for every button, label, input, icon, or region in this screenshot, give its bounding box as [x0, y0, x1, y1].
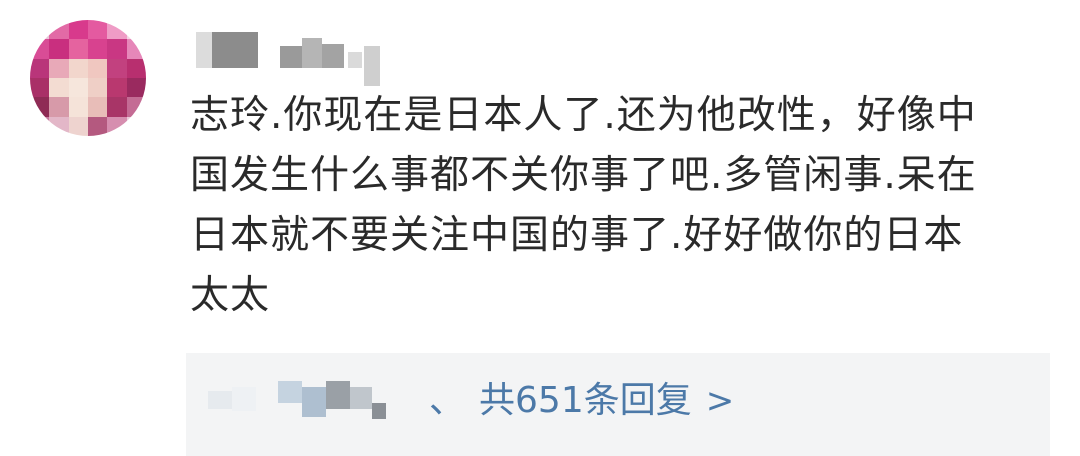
user-avatar[interactable]	[30, 20, 146, 136]
username-obscured[interactable]	[196, 22, 396, 86]
comment-text: 志玲.你现在是日本人了.还为他改性，好像中 国发生什么事都不关你事了吧.多管闲事…	[190, 93, 977, 318]
view-replies-link[interactable]: 、 共651条回复 >	[429, 377, 734, 425]
replier-names-obscured	[208, 381, 398, 421]
replier-separator: 、	[429, 380, 466, 421]
chevron-right-icon: >	[705, 381, 735, 421]
reply-count-label[interactable]: 共651条回复	[479, 377, 692, 425]
reply-preview[interactable]: 、 共651条回复 >	[186, 353, 1050, 456]
comment-card: 志玲.你现在是日本人了.还为他改性，好像中 国发生什么事都不关你事了吧.多管闲事…	[0, 0, 1080, 456]
